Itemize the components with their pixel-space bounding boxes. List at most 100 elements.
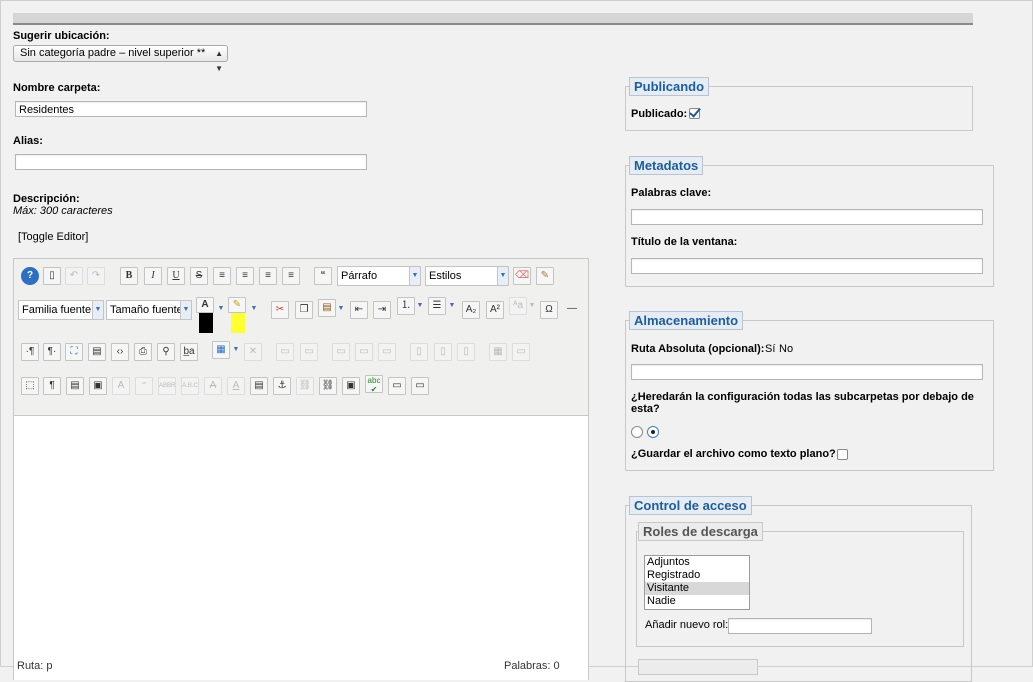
- styleprops-icon[interactable]: A: [112, 377, 130, 395]
- redo-icon[interactable]: ↷: [87, 267, 105, 285]
- absolute-path-yes[interactable]: Sí: [765, 343, 775, 355]
- visual-aid-icon[interactable]: ⬚: [21, 377, 39, 395]
- undo-icon[interactable]: ↶: [65, 267, 83, 285]
- find-icon[interactable]: ⚲: [157, 343, 175, 361]
- add-role-input[interactable]: [728, 618, 872, 634]
- read-more-icon[interactable]: ▭: [411, 377, 429, 395]
- insert-col-after-icon[interactable]: ▯: [434, 343, 452, 361]
- font-size-select-value: Tamaño fuente: [110, 304, 183, 316]
- show-blocks-icon[interactable]: ¶: [43, 377, 61, 395]
- bulleted-list-icon[interactable]: ☰: [428, 297, 446, 315]
- cell-props-icon[interactable]: ▭: [300, 343, 318, 361]
- paste-icon[interactable]: ▤: [318, 299, 336, 317]
- location-select[interactable]: Sin categoría padre – nivel superior ** …: [13, 45, 228, 73]
- print-icon[interactable]: ⎙: [134, 343, 152, 361]
- chevron-down-icon[interactable]: ▼: [528, 297, 536, 315]
- font-size-select[interactable]: Tamaño fuente ▼: [106, 300, 192, 320]
- delete-table-icon[interactable]: ✕: [244, 343, 262, 361]
- fullscreen-icon[interactable]: ⛶: [65, 343, 83, 361]
- text-color-icon[interactable]: A: [196, 297, 214, 313]
- source-code-icon[interactable]: ‹›: [111, 343, 129, 361]
- new-document-icon[interactable]: ▯: [43, 267, 61, 285]
- abbr-icon[interactable]: ABBR: [158, 377, 176, 395]
- insert-row-before-icon[interactable]: ▭: [332, 343, 350, 361]
- insert-col-before-icon[interactable]: ▯: [410, 343, 428, 361]
- alias-input[interactable]: [15, 154, 367, 170]
- chevron-down-icon[interactable]: ▼: [250, 300, 258, 318]
- language-icon[interactable]: ᴬa: [509, 297, 527, 315]
- acronym-icon[interactable]: A.B.C: [181, 377, 199, 395]
- strikethrough-icon[interactable]: S: [190, 267, 208, 285]
- styles-select[interactable]: Estilos ▼: [425, 266, 509, 286]
- absolute-path-no[interactable]: No: [779, 343, 793, 355]
- folder-name-input[interactable]: Residentes: [15, 101, 367, 117]
- role-option[interactable]: Nadie: [645, 595, 749, 608]
- special-character-icon[interactable]: Ω: [540, 301, 558, 319]
- cite-icon[interactable]: “”: [135, 377, 153, 395]
- plain-text-checkbox[interactable]: [837, 449, 848, 460]
- align-justify-icon[interactable]: ≡: [213, 267, 231, 285]
- align-center-icon[interactable]: ≡: [236, 267, 254, 285]
- rtl-icon[interactable]: ¶·: [43, 343, 61, 361]
- window-title-input[interactable]: [631, 258, 983, 274]
- cleanup-broom-icon[interactable]: ✎: [536, 267, 554, 285]
- eraser-icon[interactable]: ⌫: [513, 267, 531, 285]
- table-insert-icon[interactable]: ▦: [212, 341, 230, 359]
- subscript-icon[interactable]: A₂: [462, 301, 480, 319]
- row-props-icon[interactable]: ▭: [276, 343, 294, 361]
- italic-icon[interactable]: I: [144, 267, 162, 285]
- insertion-icon[interactable]: A: [227, 377, 245, 395]
- editor-content-area[interactable]: [14, 415, 588, 680]
- cut-icon[interactable]: ✂: [271, 301, 289, 319]
- blockquote-icon[interactable]: “: [314, 267, 332, 285]
- header-bar: [13, 13, 973, 25]
- copy-icon[interactable]: ❐: [295, 301, 313, 319]
- font-family-select[interactable]: Familia fuente ▼: [18, 300, 104, 320]
- role-option[interactable]: Visitante: [645, 582, 749, 595]
- horizontal-rule-icon[interactable]: —: [563, 301, 581, 319]
- underline-icon[interactable]: U: [167, 267, 185, 285]
- numbered-list-icon[interactable]: ⒈: [397, 297, 415, 315]
- replace-icon[interactable]: b̲a: [180, 343, 198, 361]
- toggle-editor-link[interactable]: [Toggle Editor]: [18, 231, 88, 243]
- image-icon[interactable]: ▣: [342, 377, 360, 395]
- absolute-path-input[interactable]: [631, 364, 983, 380]
- chevron-down-icon[interactable]: ▼: [337, 300, 345, 318]
- insert-row-after-icon[interactable]: ▭: [355, 343, 373, 361]
- page-break-icon[interactable]: ▭: [388, 377, 406, 395]
- indent-icon[interactable]: ⇥: [373, 301, 391, 319]
- split-cells-icon[interactable]: ▦: [489, 343, 507, 361]
- inherit-radio-yes[interactable]: [647, 426, 659, 438]
- attributes-icon[interactable]: ▤: [250, 377, 268, 395]
- template-icon[interactable]: ▤: [88, 343, 106, 361]
- link-icon[interactable]: ⛓: [319, 377, 337, 395]
- keywords-input[interactable]: [631, 209, 983, 225]
- anchor-icon[interactable]: ⚓: [273, 377, 291, 395]
- spellcheck-icon[interactable]: abc ✔: [365, 375, 383, 394]
- bold-icon[interactable]: B: [120, 267, 138, 285]
- merge-cells-icon[interactable]: ▭: [512, 343, 530, 361]
- unlink-icon[interactable]: ⛓: [296, 377, 314, 395]
- role-option[interactable]: Registrado: [645, 569, 749, 582]
- chevron-down-icon[interactable]: ▼: [217, 300, 225, 318]
- media-icon[interactable]: ▣: [89, 377, 107, 395]
- roles-listbox[interactable]: Adjuntos Registrado Visitante Nadie: [644, 555, 750, 610]
- paste-word-icon[interactable]: ▤: [66, 377, 84, 395]
- align-right-icon[interactable]: ≡: [282, 267, 300, 285]
- delete-col-icon[interactable]: ▯: [457, 343, 475, 361]
- highlight-icon[interactable]: ✎: [228, 297, 246, 313]
- chevron-down-icon[interactable]: ▼: [232, 341, 240, 359]
- delete-row-icon[interactable]: ▭: [378, 343, 396, 361]
- ltr-icon[interactable]: ·¶: [21, 343, 39, 361]
- inherit-radio-no[interactable]: [631, 426, 643, 438]
- superscript-icon[interactable]: A²: [486, 301, 504, 319]
- deletion-icon[interactable]: A: [204, 377, 222, 395]
- chevron-down-icon[interactable]: ▼: [448, 297, 456, 315]
- help-icon[interactable]: ?: [21, 267, 39, 285]
- role-option[interactable]: Adjuntos: [645, 556, 749, 569]
- chevron-down-icon[interactable]: ▼: [416, 297, 424, 315]
- published-checkbox[interactable]: [689, 108, 700, 119]
- outdent-icon[interactable]: ⇤: [350, 301, 368, 319]
- align-left-icon[interactable]: ≡: [259, 267, 277, 285]
- format-select[interactable]: Párrafo ▼: [337, 266, 421, 286]
